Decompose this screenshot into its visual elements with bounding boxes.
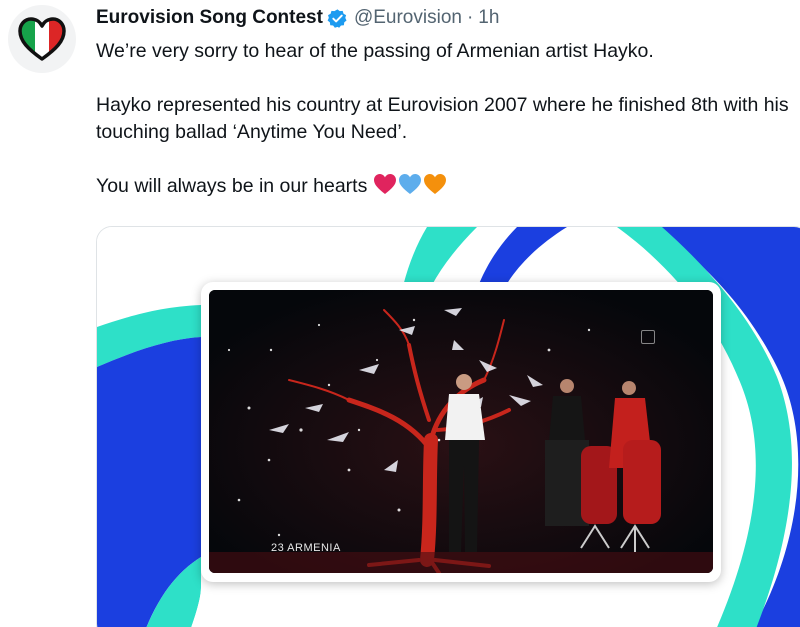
stage-scene	[209, 290, 713, 573]
tweet-text: We’re very sorry to hear of the passing …	[96, 38, 796, 200]
tweet-paragraph: We’re very sorry to hear of the passing …	[96, 40, 654, 62]
separator-dot: ·	[466, 7, 474, 28]
timestamp[interactable]: 1h	[478, 7, 499, 29]
avatar[interactable]	[8, 5, 76, 73]
video-frame: 23 ARMENIA	[201, 282, 721, 582]
verified-badge-icon	[327, 8, 348, 29]
performance-still-image[interactable]: 23 ARMENIA	[209, 290, 713, 573]
author-handle[interactable]: @Eurovision	[354, 7, 462, 29]
broadcaster-logo-icon	[641, 330, 655, 344]
tweet-paragraph-with-hearts: You will always be in our hearts	[96, 173, 796, 200]
tweet[interactable]: Eurovision Song Contest @Eurovision · 1h…	[0, 0, 800, 627]
orange-heart-icon	[424, 174, 447, 194]
author-name[interactable]: Eurovision Song Contest	[96, 7, 323, 29]
blue-heart-icon	[399, 174, 422, 194]
eurovision-heart-logo-icon	[18, 17, 66, 61]
tweet-paragraph: Hayko represented his country at Eurovis…	[96, 94, 789, 143]
country-caption: 23 ARMENIA	[271, 542, 341, 554]
hearts-emoji-group	[373, 173, 448, 195]
tweet-media[interactable]: 23 ARMENIA	[96, 226, 800, 627]
tweet-header: Eurovision Song Contest @Eurovision · 1h	[96, 3, 499, 33]
red-heart-icon	[374, 174, 397, 194]
tweet-paragraph: You will always be in our hearts	[96, 175, 368, 197]
